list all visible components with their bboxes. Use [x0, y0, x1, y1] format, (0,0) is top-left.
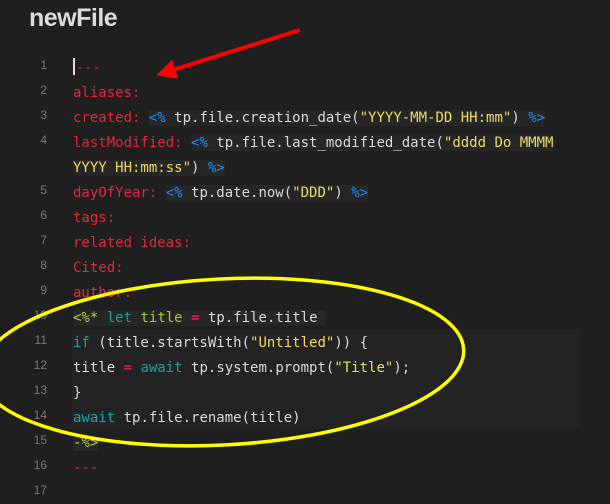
editor-line-17[interactable]: 17 — [0, 479, 610, 504]
template-code: ) — [334, 185, 352, 201]
line-number: 1 — [40, 58, 47, 72]
template-close: %> — [207, 160, 225, 176]
editor-line-2[interactable]: 2 aliases: — [0, 79, 610, 104]
template-code: tp.file.last_modified_date( — [207, 135, 444, 151]
line-number: 7 — [40, 233, 47, 247]
editor-line-15[interactable]: 15 -%> — [0, 429, 610, 454]
line-number: 16 — [33, 458, 47, 472]
template-string: "DDD" — [292, 185, 335, 201]
template-string: "Title" — [334, 360, 394, 376]
template-code: } — [73, 385, 82, 401]
editor-line-6[interactable]: 6 tags: — [0, 204, 610, 229]
yaml-key: aliases: — [73, 85, 141, 101]
editor-line-13[interactable]: 13 } — [0, 379, 610, 404]
template-code: tp.date.now( — [182, 185, 293, 201]
editor-line-3[interactable]: 3 created: <% tp.file.creation_date("YYY… — [0, 104, 610, 129]
template-string: "Untitled" — [250, 335, 335, 351]
line-number: 17 — [33, 483, 47, 497]
operator: = — [123, 360, 133, 376]
editor-line-12[interactable]: 12 title = await tp.system.prompt("Title… — [0, 354, 610, 379]
line-number: 10 — [33, 308, 47, 322]
line-number: 2 — [40, 83, 47, 97]
template-code: title — [73, 360, 124, 376]
code-editor[interactable]: 1 --- 2 aliases: 3 created: <% tp.file.c… — [0, 54, 610, 504]
frontmatter-delimiter: --- — [75, 60, 101, 76]
template-code: tp.system.prompt( — [182, 360, 335, 376]
line-number: 6 — [40, 208, 47, 222]
line-number: 15 — [33, 433, 47, 447]
template-code: tp.file.creation_date( — [165, 110, 360, 126]
yaml-key: tags: — [73, 210, 116, 226]
template-open: <% — [191, 135, 208, 151]
line-number: 14 — [33, 408, 47, 422]
text-cursor — [73, 58, 75, 75]
template-close: %> — [351, 185, 369, 201]
line-number: 12 — [33, 358, 47, 372]
line-number: 11 — [34, 333, 47, 347]
keyword: let — [106, 310, 133, 326]
template-open: <% — [148, 110, 166, 126]
yaml-key: dayOfYear: — [73, 185, 158, 201]
template-exec-close: -%> — [73, 435, 99, 451]
template-code: )) { — [334, 335, 369, 351]
template-code: tp.file.rename(title) — [115, 410, 301, 426]
line-number: 8 — [40, 258, 47, 272]
keyword: await — [73, 410, 116, 426]
editor-line-10[interactable]: 10 <%* let title = tp.file.title — [0, 304, 610, 329]
template-code: tp.file.title — [207, 310, 318, 326]
editor-line-8[interactable]: 8 Cited: — [0, 254, 610, 279]
template-open: <% — [165, 185, 183, 201]
yaml-key: Cited: — [73, 260, 124, 276]
editor-line-16[interactable]: 16 --- — [0, 454, 610, 479]
template-exec-open: <%* — [73, 310, 99, 326]
template-code: ) — [511, 110, 529, 126]
line-number: 3 — [40, 108, 47, 122]
editor-line-11[interactable]: 11 if (title.startsWith("Untitled")) { — [0, 329, 610, 354]
editor-line-4[interactable]: 4 lastModified: <% tp.file.last_modified… — [0, 129, 610, 179]
line-number: 4 — [40, 133, 47, 147]
keyword: if — [73, 335, 90, 351]
editor-line-1[interactable]: 1 --- — [0, 54, 610, 79]
note-title: newFile — [29, 4, 118, 32]
line-number: 9 — [40, 283, 47, 297]
line-number: 5 — [40, 183, 47, 197]
yaml-key: lastModified: — [73, 135, 183, 151]
yaml-key: created: — [73, 110, 141, 126]
variable: title — [140, 310, 183, 326]
template-close: %> — [528, 110, 546, 126]
editor-line-9[interactable]: 9 author: — [0, 279, 610, 304]
line-number: 13 — [33, 383, 47, 397]
template-code: (title.startsWith( — [89, 335, 251, 351]
template-string: "YYYY-MM-DD HH:mm" — [359, 110, 512, 126]
yaml-key: related ideas: — [73, 235, 192, 251]
yaml-key: author: — [73, 285, 133, 301]
template-code: ); — [393, 360, 411, 376]
template-code: ) — [191, 160, 208, 176]
editor-line-5[interactable]: 5 dayOfYear: <% tp.date.now("DDD") %> — [0, 179, 610, 204]
keyword: await — [140, 360, 183, 376]
editor-line-14[interactable]: 14 await tp.file.rename(title) — [0, 404, 610, 429]
frontmatter-delimiter: --- — [73, 460, 99, 476]
editor-line-7[interactable]: 7 related ideas: — [0, 229, 610, 254]
operator: = — [191, 310, 200, 326]
